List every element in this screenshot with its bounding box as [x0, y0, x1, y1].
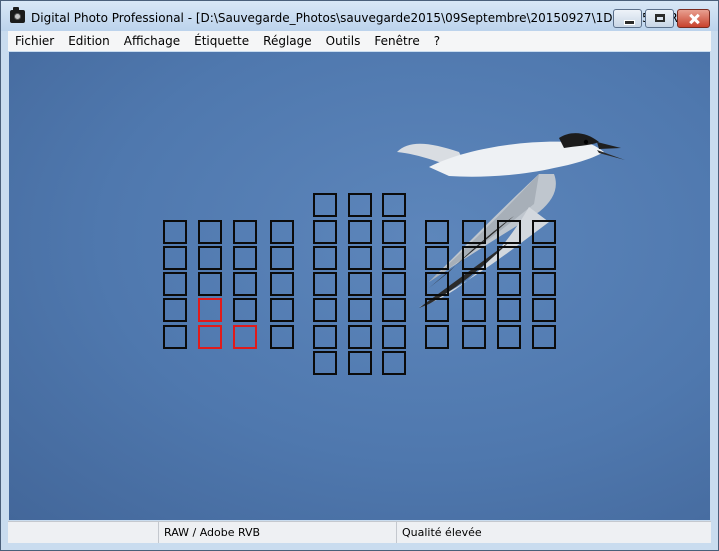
af-point	[313, 272, 337, 296]
af-point	[425, 298, 449, 322]
af-point	[163, 298, 187, 322]
menu-fenetre[interactable]: Fenêtre	[367, 31, 426, 51]
status-bar: RAW / Adobe RVB Qualité élevée	[8, 521, 711, 543]
af-point	[198, 325, 222, 349]
af-point	[198, 246, 222, 270]
af-point	[270, 272, 294, 296]
af-point	[163, 246, 187, 270]
af-point	[382, 220, 406, 244]
af-point	[198, 272, 222, 296]
title-bar[interactable]: Digital Photo Professional - [D:\Sauvega…	[1, 1, 718, 31]
af-point	[163, 272, 187, 296]
menu-reglage[interactable]: Réglage	[256, 31, 319, 51]
af-point	[382, 298, 406, 322]
af-point	[233, 325, 257, 349]
menu-bar: Fichier Edition Affichage Étiquette Régl…	[8, 31, 711, 51]
menu-outils[interactable]: Outils	[319, 31, 368, 51]
menu-etiquette[interactable]: Étiquette	[187, 31, 256, 51]
menu-fichier[interactable]: Fichier	[8, 31, 61, 51]
camera-icon[interactable]	[10, 7, 25, 23]
maximize-button[interactable]	[645, 9, 674, 28]
minimize-button[interactable]	[613, 9, 642, 28]
af-point	[348, 351, 372, 375]
af-point	[270, 325, 294, 349]
af-point	[462, 298, 486, 322]
status-quality: Qualité élevée	[402, 526, 482, 539]
image-canvas[interactable]	[9, 52, 710, 520]
af-point	[497, 220, 521, 244]
af-point	[497, 298, 521, 322]
af-point	[382, 246, 406, 270]
af-point	[313, 193, 337, 217]
af-point	[497, 272, 521, 296]
window-controls	[610, 9, 710, 28]
af-point	[348, 246, 372, 270]
af-point	[270, 246, 294, 270]
af-point	[497, 325, 521, 349]
status-color-space: RAW / Adobe RVB	[159, 522, 397, 543]
af-point	[462, 220, 486, 244]
af-point	[348, 220, 372, 244]
af-point	[425, 325, 449, 349]
af-point	[313, 325, 337, 349]
af-point	[313, 298, 337, 322]
af-point	[313, 220, 337, 244]
af-point	[163, 325, 187, 349]
af-point	[233, 272, 257, 296]
af-point	[462, 272, 486, 296]
af-point	[532, 298, 556, 322]
af-point	[348, 272, 372, 296]
af-point	[425, 246, 449, 270]
af-point	[198, 298, 222, 322]
af-point	[382, 272, 406, 296]
af-point	[348, 325, 372, 349]
af-point	[532, 220, 556, 244]
af-point	[163, 220, 187, 244]
menu-edition[interactable]: Edition	[61, 31, 117, 51]
af-point	[462, 325, 486, 349]
menu-help[interactable]: ?	[427, 31, 447, 51]
af-point	[313, 351, 337, 375]
af-point	[313, 246, 337, 270]
af-point	[382, 325, 406, 349]
af-point	[382, 351, 406, 375]
af-point	[462, 246, 486, 270]
af-point	[348, 298, 372, 322]
af-point	[233, 246, 257, 270]
af-point	[382, 193, 406, 217]
af-point	[497, 246, 521, 270]
status-cell-1	[8, 522, 159, 543]
application-window: Digital Photo Professional - [D:\Sauvega…	[0, 0, 719, 551]
close-button[interactable]	[677, 9, 710, 28]
af-point	[532, 272, 556, 296]
af-point	[270, 298, 294, 322]
af-point	[532, 325, 556, 349]
af-point	[233, 298, 257, 322]
af-point	[198, 220, 222, 244]
window-title: Digital Photo Professional - [D:\Sauvega…	[31, 11, 691, 25]
af-point	[532, 246, 556, 270]
af-point	[270, 220, 294, 244]
af-point	[425, 272, 449, 296]
af-point	[348, 193, 372, 217]
menu-affichage[interactable]: Affichage	[117, 31, 187, 51]
af-point	[233, 220, 257, 244]
af-point	[425, 220, 449, 244]
